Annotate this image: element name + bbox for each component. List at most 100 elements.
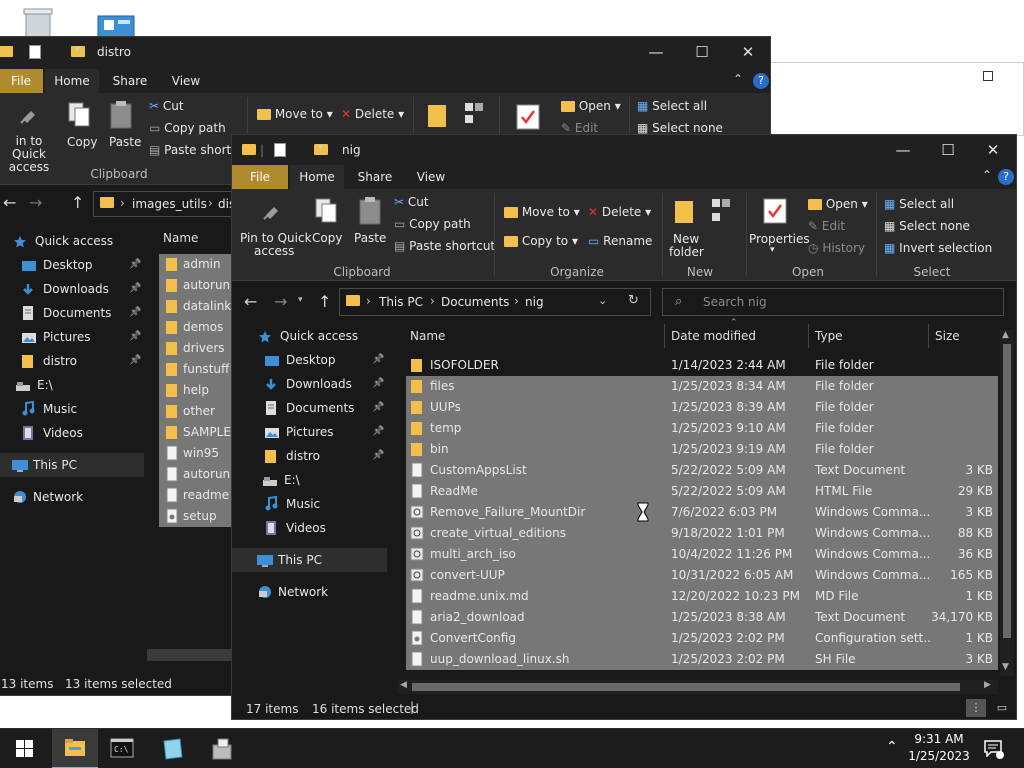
tab-view[interactable]: View — [159, 69, 213, 93]
copy-path-button[interactable]: ▭ Copy path — [394, 217, 471, 231]
qat-dropdown-icon[interactable]: ▾ — [318, 142, 323, 153]
nav-item[interactable]: Videos — [0, 421, 144, 445]
scroll-down-arrow-icon[interactable]: ▼ — [1002, 662, 1009, 672]
cut-button[interactable]: ✂ Cut — [394, 195, 429, 209]
copy-to-button[interactable]: Copy to ▾ — [504, 234, 578, 248]
file-row[interactable]: convert-UUP 10/31/2022 6:05 AM Windows Com… — [406, 565, 998, 586]
pin-icon[interactable]: 📌 — [129, 277, 141, 301]
nav-item[interactable]: Desktop 📌 — [232, 348, 387, 372]
up-arrow-icon[interactable]: ↑ — [318, 292, 331, 311]
cut-button[interactable]: ✂ Cut — [149, 99, 184, 113]
nav-item[interactable]: Pictures 📌 — [0, 325, 144, 349]
pin-icon[interactable]: 📌 — [129, 325, 141, 349]
notepad-icon[interactable] — [160, 737, 186, 761]
select-all-button[interactable]: ▦ Select all — [637, 99, 707, 113]
nav-item[interactable]: Quick access — [0, 229, 144, 253]
nav-item[interactable]: Music — [0, 397, 144, 421]
select-all-button[interactable]: ▦ Select all — [884, 197, 954, 211]
control-panel-icon[interactable] — [96, 14, 136, 39]
pin-quick-access-button[interactable]: Pin to Quick — [240, 231, 312, 245]
file-row[interactable]: readme — [159, 485, 239, 506]
ribbon-collapse-icon[interactable]: ⌃ — [982, 168, 992, 182]
column-type[interactable]: Type — [815, 321, 843, 351]
command-prompt-icon[interactable]: C:\ — [110, 738, 134, 758]
delete-button[interactable]: ✕ Delete ▾ — [588, 205, 651, 219]
history-button[interactable]: ◷ History — [808, 241, 865, 255]
file-row[interactable]: demos — [159, 317, 239, 338]
pin-icon[interactable]: 📌 — [129, 349, 141, 373]
nav-item[interactable]: Downloads 📌 — [232, 372, 387, 396]
open-button[interactable]: Open ▾ — [808, 197, 868, 211]
copy-button[interactable]: Copy — [312, 231, 342, 245]
ribbon-collapse-icon[interactable]: ⌃ — [733, 72, 743, 86]
file-row[interactable]: aria2_download 1/25/2023 8:38 AM Text Docu… — [406, 607, 998, 628]
nav-item[interactable]: Quick access — [232, 324, 387, 348]
file-row[interactable]: CustomAppsList 5/22/2022 5:09 AM Text Docu… — [406, 460, 998, 481]
nav-item[interactable]: E:\ — [232, 468, 387, 492]
forward-arrow-icon[interactable]: → — [29, 193, 42, 212]
address-bar[interactable]: › This PC › Documents › nig ⌄ ↻ — [339, 288, 651, 316]
recent-dropdown-icon[interactable]: ▾ — [298, 295, 303, 305]
title-bar[interactable]: ▾ distro — ☐ ✕ — [0, 37, 770, 69]
file-row[interactable]: uup_download_linux.sh 1/25/2023 2:02 PM SH… — [406, 649, 998, 670]
tray-chevron-icon[interactable]: ⌃ — [886, 739, 898, 755]
pin-icon[interactable]: 📌 — [129, 301, 141, 325]
clock-date[interactable]: 1/25/2023 — [908, 749, 970, 763]
tab-file[interactable]: File — [0, 69, 43, 93]
nav-item[interactable]: Music — [232, 492, 387, 516]
file-row[interactable]: multi_arch_iso 10/4/2022 11:26 PM Windows … — [406, 544, 998, 565]
breadcrumb-nig[interactable]: nig — [525, 295, 544, 309]
back-arrow-icon[interactable]: ← — [244, 292, 257, 311]
pin-icon[interactable]: 📌 — [372, 348, 384, 372]
paste-button[interactable]: Paste — [354, 231, 386, 245]
tab-home[interactable]: Home — [290, 165, 344, 189]
pin-icon[interactable]: 📌 — [372, 372, 384, 396]
tab-file[interactable]: File — [232, 165, 288, 189]
tab-share[interactable]: Share — [103, 69, 157, 93]
column-size[interactable]: Size — [935, 321, 960, 351]
open-button[interactable]: Open ▾ — [561, 99, 621, 113]
back-arrow-icon[interactable]: ← — [3, 193, 16, 212]
vertical-scrollbar[interactable]: ▲ ▼ — [1000, 330, 1014, 676]
help-icon[interactable]: ? — [753, 73, 769, 89]
file-row[interactable]: setup — [159, 506, 239, 527]
column-name[interactable]: Name — [163, 223, 198, 253]
file-row[interactable]: help — [159, 380, 239, 401]
paste-shortcut-button[interactable]: ▤ Paste shortcut — [394, 239, 495, 253]
new-folder-button[interactable]: New — [673, 232, 699, 246]
copy-path-button[interactable]: ▭ Copy path — [149, 121, 226, 135]
maximize-button[interactable]: ☐ — [679, 37, 725, 69]
pin-icon[interactable]: 📌 — [129, 253, 141, 277]
help-icon[interactable]: ? — [998, 169, 1014, 185]
qat-dropdown-icon[interactable]: ▾ — [75, 44, 80, 55]
file-row[interactable]: funstuff — [159, 359, 239, 380]
properties-icon[interactable] — [274, 143, 286, 157]
nav-item[interactable]: distro 📌 — [232, 444, 387, 468]
scroll-right-arrow-icon[interactable]: ▶ — [984, 680, 991, 690]
file-row[interactable]: other — [159, 401, 239, 422]
tab-view[interactable]: View — [404, 165, 458, 189]
file-row[interactable]: bin 1/25/2023 9:19 AM File folder — [406, 439, 998, 460]
edit-button[interactable]: ✎ Edit — [561, 121, 598, 135]
nav-item[interactable]: E:\ — [0, 373, 144, 397]
nav-item[interactable]: Desktop 📌 — [0, 253, 144, 277]
title-bar[interactable]: | ▾ nig — ☐ ✕ — [232, 135, 1016, 167]
file-row[interactable]: win95 — [159, 443, 239, 464]
horizontal-scrollbar[interactable] — [147, 649, 231, 661]
nav-item[interactable]: Network — [232, 580, 387, 604]
select-none-button[interactable]: ▦ Select none — [884, 219, 970, 233]
scrollbar-thumb-h[interactable] — [412, 683, 960, 691]
properties-dropdown-icon[interactable]: ▾ — [770, 245, 775, 255]
tab-home[interactable]: Home — [45, 69, 99, 93]
pin-icon[interactable]: 📌 — [372, 420, 384, 444]
search-box[interactable]: ⌕ Search nig — [662, 288, 1004, 316]
breadcrumb-this-pc[interactable]: This PC — [379, 295, 423, 309]
nav-item[interactable]: This PC — [232, 548, 387, 572]
file-row[interactable]: datalink — [159, 296, 239, 317]
windows-start-icon[interactable] — [16, 740, 33, 757]
file-row[interactable]: ConvertConfig 1/25/2023 2:02 PM Configurat… — [406, 628, 998, 649]
maximize-button[interactable]: ☐ — [925, 135, 971, 167]
recycle-bin-icon[interactable] — [18, 6, 58, 39]
scroll-left-arrow-icon[interactable]: ◀ — [400, 680, 407, 690]
large-icons-view-icon[interactable]: ▭ — [992, 699, 1012, 717]
